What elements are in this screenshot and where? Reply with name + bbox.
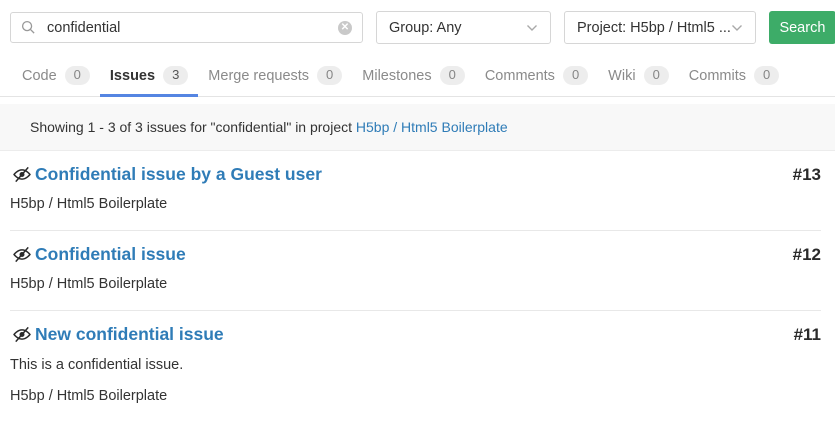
issue-project-namespace: H5bp / Html5 Boilerplate — [10, 276, 821, 293]
tab-label: Milestones — [362, 68, 431, 84]
search-input-wrap: ✕ — [10, 12, 363, 43]
issue-project-namespace: H5bp / Html5 Boilerplate — [10, 196, 821, 213]
issue-project-namespace: H5bp / Html5 Boilerplate — [10, 388, 821, 405]
tab-comments[interactable]: Comments 0 — [475, 55, 598, 97]
tab-issues[interactable]: Issues 3 — [100, 55, 198, 97]
results-list: Confidential issue by a Guest user #13 H… — [0, 151, 835, 422]
project-filter-value: Project: H5bp / Html5 ... — [577, 20, 731, 36]
clear-search-icon[interactable]: ✕ — [338, 21, 352, 35]
issue-title-link[interactable]: Confidential issue — [35, 244, 186, 265]
tab-label: Wiki — [608, 68, 635, 84]
tab-count-badge: 0 — [317, 66, 342, 85]
confidential-eye-slash-icon — [12, 246, 32, 263]
tab-merge-requests[interactable]: Merge requests 0 — [198, 55, 352, 97]
issue-title-link[interactable]: Confidential issue by a Guest user — [35, 164, 322, 185]
issue-title-link[interactable]: New confidential issue — [35, 324, 224, 345]
search-button[interactable]: Search — [769, 11, 835, 44]
tab-label: Code — [22, 68, 57, 84]
issue-result-row: Confidential issue #12 H5bp / Html5 Boil… — [10, 231, 821, 311]
tab-label: Issues — [110, 68, 155, 84]
tab-wiki[interactable]: Wiki 0 — [598, 55, 679, 97]
summary-project-link[interactable]: H5bp / Html5 Boilerplate — [356, 119, 508, 135]
tab-count-badge: 3 — [163, 66, 188, 85]
group-filter-value: Group: Any — [389, 20, 462, 36]
chevron-down-icon — [526, 24, 538, 32]
tab-commits[interactable]: Commits 0 — [679, 55, 789, 97]
tab-label: Comments — [485, 68, 555, 84]
issue-result-row: Confidential issue by a Guest user #13 H… — [10, 151, 821, 231]
group-filter-dropdown[interactable]: Group: Any — [376, 11, 551, 44]
tab-code[interactable]: Code 0 — [12, 55, 100, 97]
tab-count-badge: 0 — [754, 66, 779, 85]
tab-label: Merge requests — [208, 68, 309, 84]
tab-count-badge: 0 — [65, 66, 90, 85]
search-input[interactable] — [45, 19, 338, 37]
search-icon — [21, 20, 36, 35]
issue-number: #11 — [794, 325, 821, 345]
search-results-page: ✕ Group: Any Project: H5bp / Html5 ... S… — [0, 0, 835, 422]
confidential-eye-slash-icon — [12, 326, 32, 343]
issue-number: #13 — [793, 165, 821, 185]
results-summary-text: Showing 1 - 3 of 3 issues for "confident… — [30, 119, 352, 135]
issue-result-row: New confidential issue #11 This is a con… — [10, 311, 821, 422]
project-filter-dropdown[interactable]: Project: H5bp / Html5 ... — [564, 11, 756, 44]
tab-count-badge: 0 — [563, 66, 588, 85]
chevron-down-icon — [731, 24, 743, 32]
scope-tabs: Code 0 Issues 3 Merge requests 0 Milesto… — [0, 55, 835, 97]
issue-number: #12 — [793, 245, 821, 265]
confidential-eye-slash-icon — [12, 166, 32, 183]
tab-label: Commits — [689, 68, 746, 84]
search-form: ✕ Group: Any Project: H5bp / Html5 ... S… — [0, 0, 835, 53]
tab-count-badge: 0 — [644, 66, 669, 85]
tab-count-badge: 0 — [440, 66, 465, 85]
results-summary-bar: Showing 1 - 3 of 3 issues for "confident… — [0, 104, 835, 151]
tab-milestones[interactable]: Milestones 0 — [352, 55, 475, 97]
issue-description: This is a confidential issue. — [10, 357, 821, 374]
